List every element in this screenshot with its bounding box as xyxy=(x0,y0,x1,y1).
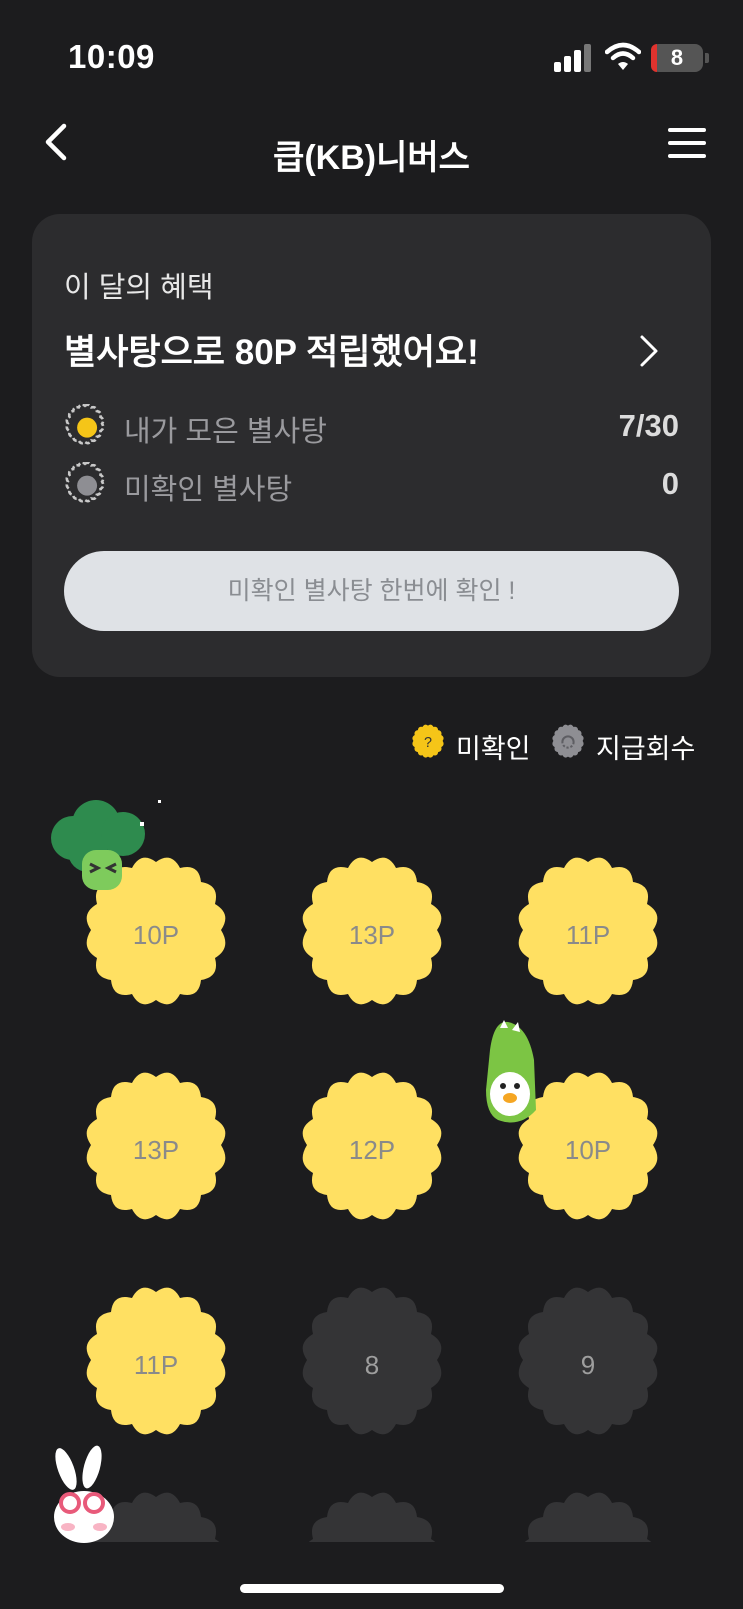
page-title: 큽(KB)니버스 xyxy=(273,139,470,177)
collected-candy-icon xyxy=(65,404,105,445)
empty-candy-icon xyxy=(302,1492,442,1542)
candy-3[interactable]: 11P xyxy=(508,855,668,1015)
status-time: 10:09 xyxy=(68,38,155,75)
monthly-benefit-card: 이 달의 혜택 별사탕으로 80P 적립했어요! 내가 모은 별사탕 7/30 … xyxy=(32,214,711,677)
candy-2[interactable]: 13P xyxy=(292,855,452,1015)
chevron-right-icon[interactable] xyxy=(637,331,661,371)
rabbit-character-icon xyxy=(54,1445,114,1543)
candy-7-label: 11P xyxy=(133,1350,179,1380)
battery-icon: 8 xyxy=(651,44,709,72)
candy-4[interactable]: 13P xyxy=(76,1070,236,1230)
legend-unconfirmed-label: 미확인 xyxy=(456,734,531,764)
cellular-signal-icon xyxy=(554,44,591,72)
legend-revoked: 지급회수 xyxy=(550,722,700,764)
candy-7[interactable]: 11P xyxy=(76,1285,236,1445)
wifi-icon xyxy=(605,42,641,70)
candy-2-label: 13P xyxy=(348,920,396,950)
empty-candy-icon xyxy=(518,1492,658,1542)
home-indicator[interactable] xyxy=(240,1584,504,1593)
broccoli-character-icon xyxy=(51,800,161,890)
candy-5-label: 12P xyxy=(348,1135,396,1165)
unconfirmed-candy-label: 미확인 별사탕 xyxy=(124,474,293,506)
revoked-candy-icon xyxy=(552,724,584,758)
candy-3-label: 11P xyxy=(565,920,611,950)
candy-8[interactable]: 8 xyxy=(292,1285,452,1445)
candy-9[interactable]: 9 xyxy=(508,1285,668,1445)
candy-9-label: 9 xyxy=(580,1350,596,1380)
svg-text:?: ? xyxy=(424,735,432,751)
benefit-headline[interactable]: 별사탕으로 80P 적립했어요! xyxy=(64,324,479,375)
candy-5[interactable]: 12P xyxy=(292,1070,452,1230)
confirm-all-button[interactable]: 미확인 별사탕 한번에 확인 ! xyxy=(64,551,679,631)
collected-candy-row: 내가 모은 별사탕 7/30 xyxy=(64,402,679,448)
status-bar: 10:09 8 xyxy=(0,0,743,110)
hamburger-menu-icon[interactable] xyxy=(668,128,706,160)
unconfirmed-candy-row: 미확인 별사탕 0 xyxy=(64,460,679,506)
battery-level: 8 xyxy=(670,45,684,70)
candy-4-label: 13P xyxy=(132,1135,180,1165)
legend-unconfirmed: ? 미확인 xyxy=(410,722,531,764)
unconfirmed-candy-icon xyxy=(65,462,105,503)
legend-revoked-label: 지급회수 xyxy=(596,734,696,764)
unconfirmed-candy-value: 0 xyxy=(661,466,679,501)
crocodile-character-icon xyxy=(486,1020,536,1123)
candy-8-label: 8 xyxy=(364,1350,380,1380)
question-candy-icon: ? xyxy=(412,724,444,758)
collected-candy-label: 내가 모은 별사탕 xyxy=(124,416,327,448)
benefit-subtitle: 이 달의 혜택 xyxy=(64,272,214,304)
collected-candy-value: 7/30 xyxy=(618,408,679,443)
